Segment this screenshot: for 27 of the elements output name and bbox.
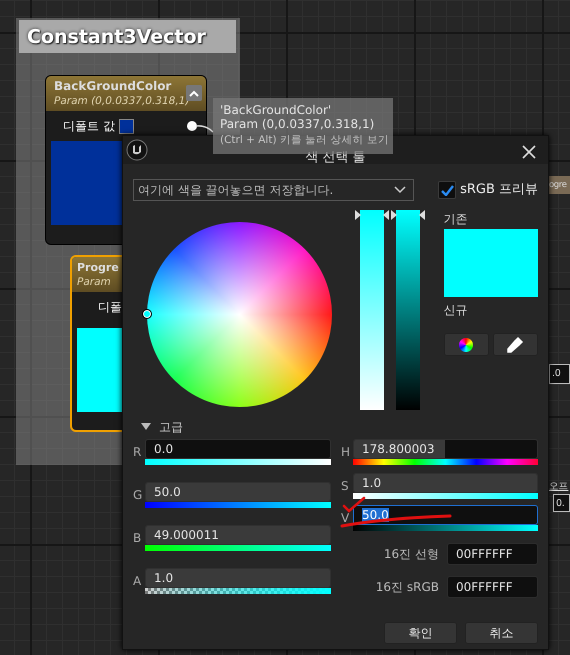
channel-label: H bbox=[341, 444, 352, 461]
partial-label: .0 bbox=[549, 364, 570, 384]
partial-label: 오프 bbox=[549, 480, 570, 494]
partial-label: 0. bbox=[553, 494, 570, 512]
node-subtitle: Param (0,0.0337,0.318,1) bbox=[54, 94, 190, 108]
hex-label: 16진 sRGB bbox=[376, 579, 439, 596]
dialog-title: 색 선택 툴 bbox=[305, 151, 366, 164]
swatch-label: 신규 bbox=[444, 302, 469, 319]
node-subtitle: Param bbox=[77, 275, 112, 289]
comment-title: Constant3Vector bbox=[19, 20, 236, 53]
swatch-label: 기존 bbox=[444, 211, 469, 228]
tooltip-text: 'BackGroundColor' bbox=[220, 103, 332, 117]
tooltip-text: Param (0,0.0337,0.318,1) bbox=[220, 117, 376, 131]
tooltip-hint: (Ctrl + Alt) 키를 눌러 상세히 보기 bbox=[220, 134, 389, 146]
pin-label: 디폴 bbox=[98, 299, 122, 316]
node-title: BackGroundColor bbox=[54, 79, 172, 94]
channel-label: R bbox=[133, 444, 142, 461]
pin-label: 디폴트 값 bbox=[63, 118, 115, 135]
node-title: Progre bbox=[77, 260, 119, 275]
channel-label: B bbox=[133, 530, 142, 547]
channel-label: S bbox=[341, 478, 350, 495]
checkbox-label: sRGB 프리뷰 bbox=[460, 181, 538, 200]
channel-label: V bbox=[341, 510, 350, 527]
channel-label: A bbox=[133, 573, 142, 590]
channel-label: G bbox=[133, 487, 144, 504]
hex-label: 16진 선형 bbox=[384, 546, 439, 563]
partial-label: ogre bbox=[549, 176, 570, 194]
